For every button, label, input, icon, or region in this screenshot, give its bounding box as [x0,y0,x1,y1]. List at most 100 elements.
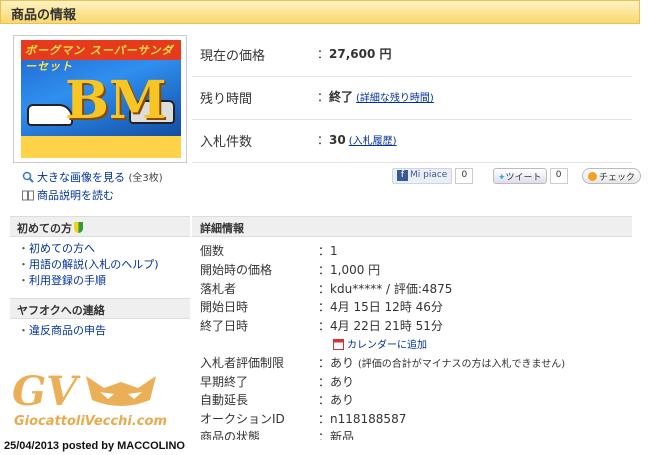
add-to-calendar-link[interactable]: カレンダーに追加 [347,340,427,351]
sidebar-item-registration[interactable]: 利用登録の手順 [18,273,182,289]
detail-value-text: あり [330,375,355,389]
detail-value: ：あり [318,375,355,389]
beginner-mark-icon [74,222,83,233]
detail-value-text: 1,000 円 [330,263,381,277]
detail-value-text: 4月 15日 12時 46分 [330,300,443,314]
sidebar-contact-title: ヤフオクへの連絡 [10,298,190,319]
detail-key: 開始時の価格 [200,263,273,277]
auction-id: n118188587 [330,412,407,426]
twitter-bird-icon: ✦ [498,173,506,183]
time-left-row: 残り時間 ：終了 (詳細な残り時間) [192,77,632,120]
detail-key: オークションID [200,412,285,426]
read-description-link[interactable]: 商品説明を読む [37,189,114,202]
detail-key: 入札者評価制限 [200,356,285,370]
box-banner: ボーグマン スーパーサンダーセット [21,40,181,73]
check: チェック [582,168,642,184]
detail-row: 入札者評価制限 ：あり (評価の合計がマイナスの方は入札できません) [200,354,640,372]
detail-row: 開始時の価格 ：1,000 円 [200,261,640,279]
calendar-link-wrap: カレンダーに追加 [333,336,427,351]
bid-count-row: 入札件数 ：30 (入札履歴) [192,120,632,163]
time-detail-link[interactable]: (詳細な残り時間) [356,93,434,104]
sidebar-beginner: 初めての方 初めての方へ 用語の解説(入札のヘルプ) 利用登録の手順 [10,216,190,293]
detail-value: ：1,000 円 [318,263,381,277]
facebook-like-button[interactable]: f Mi piace [392,168,453,184]
bid-count-label: 入札件数 [200,135,253,150]
current-price: 27,600 円 [329,47,392,61]
calendar-icon [333,339,344,350]
page-title: 商品の情報 [11,8,77,23]
magnifier-icon [22,171,34,188]
sidebar-contact-list: 違反商品の申告 [10,319,190,343]
book-icon [22,190,34,206]
detail-key: 終了日時 [200,319,249,333]
detail-key: 開始日時 [200,300,249,314]
detail-value-text: 1 [330,244,338,258]
box-ground [21,136,181,158]
facebook-like-label: Mi piace [410,170,448,180]
detail-row: 終了日時 ：4月 22日 21時 51分 [200,317,640,335]
price-row: 現在の価格 ：27,600 円 [192,34,632,77]
detail-value: ：あり [318,393,355,407]
winner-value: kdu***** / 評価:4875 [330,282,453,296]
sidebar-beginner-title-text: 初めての方 [17,222,72,235]
check-icon [588,172,597,181]
details-title: 詳細情報 [192,216,632,237]
detail-key: 自動延長 [200,393,249,407]
tweet: ✦ツイート 0 [493,168,568,184]
sidebar-item-glossary[interactable]: 用語の解説(入札のヘルプ) [18,257,182,273]
image-count: (全3枚) [128,173,163,184]
bid-history-link[interactable]: (入札履歴) [349,136,397,147]
detail-row: 落札者 ：kdu***** / 評価:4875 [200,280,640,298]
watermark-logo: GV [12,368,78,415]
detail-row: オークションID ：n118188587 [200,410,640,428]
section-header-product-info: 商品の情報 [0,0,640,24]
sidebar-item-report-violation[interactable]: 違反商品の申告 [18,323,182,339]
detail-value: ：kdu***** / 評価:4875 [318,282,453,296]
tweet-button[interactable]: ✦ツイート [493,168,547,184]
tweet-label: ツイート [505,173,542,183]
detail-value: ：4月 22日 21時 51分 [318,319,443,333]
detail-key: 早期終了 [200,375,249,389]
sidebar-beginner-title: 初めての方 [10,216,190,237]
detail-value: ：n118188587 [318,412,407,426]
facebook-icon: f [397,170,408,181]
time-left-label: 残り時間 [200,92,253,107]
time-left-value: ：終了 (詳細な残り時間) [317,90,434,104]
detail-value-text: あり [330,356,355,370]
watermark-mask-icon [86,376,156,406]
detail-value: ：4月 15日 12時 46分 [318,300,443,314]
detail-value-text: 4月 22日 21時 51分 [330,319,443,333]
detail-row: 自動延長 ：あり [200,391,640,409]
bid-count-value: ：30 (入札履歴) [317,133,397,147]
time-left: 終了 [329,90,354,104]
current-price-label: 現在の価格 [200,49,266,64]
current-price-value: ：27,600 円 [317,47,392,61]
check-button[interactable]: チェック [582,168,642,184]
detail-row: 開始日時 ：4月 15日 12時 46分 [200,298,640,316]
check-label: チェック [599,173,636,183]
box-logo: BM [65,70,167,131]
sidebar-item-first-time[interactable]: 初めての方へ [18,241,182,257]
detail-key: 個数 [200,244,225,258]
detail-row: 個数 ：1 [200,242,640,260]
product-image[interactable]: ボーグマン スーパーサンダーセット BM [13,35,187,163]
bid-count: 30 [329,133,346,147]
sidebar-beginner-list: 初めての方へ 用語の解説(入札のヘルプ) 利用登録の手順 [10,237,190,293]
view-large-image-link[interactable]: 大きな画像を見る [37,171,125,184]
price-panel: 現在の価格 ：27,600 円 残り時間 ：終了 (詳細な残り時間) 入札件数 ：… [192,34,632,163]
detail-value: ：あり (評価の合計がマイナスの方は入札できません) [318,356,566,370]
facebook-like-count: 0 [455,168,474,184]
image-links: 大きな画像を見る (全3枚) 商品説明を読む [22,170,163,206]
detail-value-text: あり [330,393,355,407]
posted-by-caption: 25/04/2013 posted by MACCOLINO [0,440,650,455]
detail-value: ：1 [318,244,338,258]
sidebar-contact: ヤフオクへの連絡 違反商品の申告 [10,298,190,343]
watermark: GV GiocattoliVecchi.com [12,368,167,434]
tweet-count: 0 [549,168,568,184]
facebook-like: f Mi piace 0 [392,168,474,184]
box-art-image: ボーグマン スーパーサンダーセット BM [21,40,181,158]
watermark-url: GiocattoliVecchi.com [14,414,167,429]
bidder-limit-note: (評価の合計がマイナスの方は入札できません) [357,359,566,370]
detail-row: 早期終了 ：あり [200,373,640,391]
detail-key: 落札者 [200,282,237,296]
